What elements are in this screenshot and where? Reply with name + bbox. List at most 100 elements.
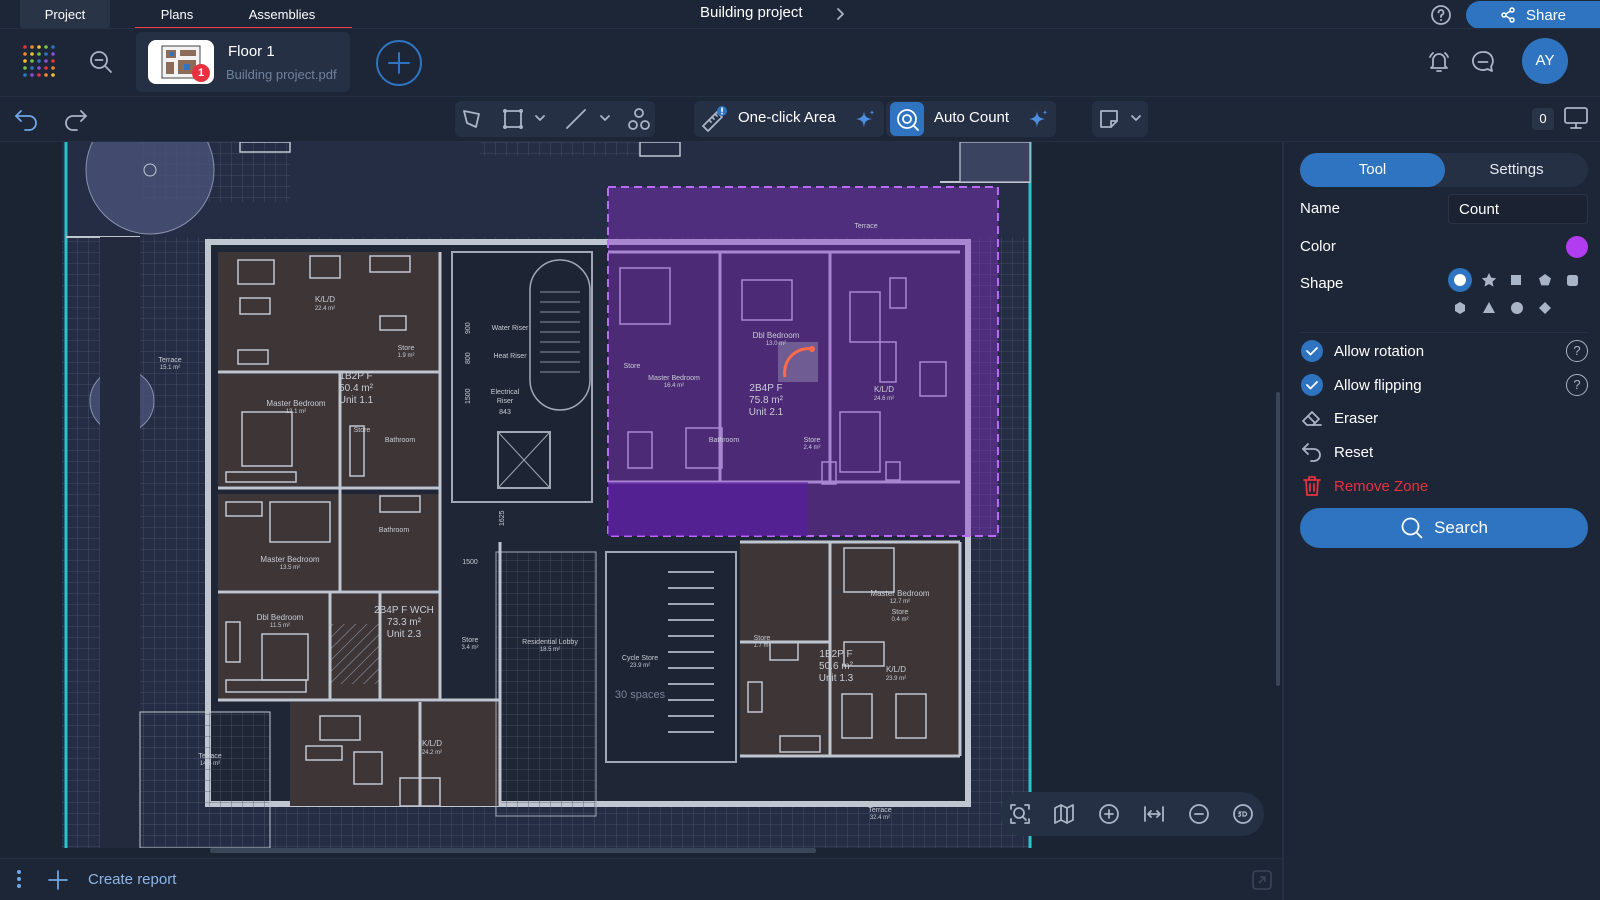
plan-label: Electrical bbox=[491, 389, 520, 396]
plan-label: Store bbox=[398, 345, 415, 352]
name-input[interactable] bbox=[1448, 194, 1588, 224]
plan-label: 13.0 m² bbox=[766, 341, 786, 347]
shape-circle-option[interactable] bbox=[1446, 268, 1472, 294]
plan-label: 843 bbox=[499, 409, 511, 416]
zoom-out-icon[interactable] bbox=[1187, 802, 1211, 826]
eraser-icon[interactable] bbox=[1300, 406, 1324, 430]
plan-label: Riser bbox=[497, 398, 514, 405]
notification-bell-icon[interactable] bbox=[1426, 49, 1452, 75]
chevron-down-icon[interactable] bbox=[532, 110, 548, 126]
zoom-in-icon[interactable] bbox=[1097, 802, 1121, 826]
project-title[interactable]: Building project bbox=[700, 4, 803, 21]
plan-label: Bathroom bbox=[709, 437, 740, 444]
floor-plan-drawing[interactable]: K/L/D 22.4 m² Store 1.9 m² Terrace 15.1 … bbox=[0, 142, 1282, 848]
plan-label: 3.4 m² bbox=[461, 645, 478, 651]
plan-label: 1.7 m² bbox=[753, 643, 770, 649]
line-tool-icon[interactable] bbox=[563, 106, 589, 132]
plan-label: Bathroom bbox=[385, 437, 416, 444]
plan-label: 2B4P F WCH bbox=[374, 605, 434, 616]
plan-label: 30 spaces bbox=[615, 689, 666, 701]
color-swatch[interactable] bbox=[1566, 236, 1588, 258]
plus-icon[interactable] bbox=[46, 868, 70, 892]
note-icon[interactable] bbox=[1096, 106, 1122, 132]
help-flipping-icon[interactable]: ? bbox=[1566, 374, 1588, 396]
one-click-area-label: One-click Area bbox=[738, 109, 836, 126]
3d-view-icon[interactable] bbox=[1231, 802, 1255, 826]
plan-label: Dbl Bedroom bbox=[257, 613, 304, 622]
share-button[interactable]: Share bbox=[1466, 1, 1600, 29]
plan-label: 0.4 m² bbox=[891, 617, 908, 623]
plan-label: Residential Lobby bbox=[522, 639, 578, 646]
auto-count-label: Auto Count bbox=[934, 109, 1010, 126]
plan-label: 50.4 m² bbox=[339, 383, 374, 394]
plan-label: Terrace bbox=[854, 223, 877, 230]
undo-icon[interactable] bbox=[12, 106, 40, 132]
expand-panel-icon[interactable] bbox=[1250, 868, 1274, 892]
reset-button[interactable]: Reset bbox=[1334, 444, 1373, 461]
chevron-right-icon[interactable] bbox=[830, 4, 850, 24]
search-file-icon[interactable] bbox=[88, 49, 114, 75]
tab-settings[interactable]: Settings bbox=[1445, 153, 1588, 187]
remove-zone-button[interactable]: Remove Zone bbox=[1334, 478, 1428, 495]
search-button[interactable]: Search bbox=[1300, 508, 1588, 548]
eraser-button[interactable]: Eraser bbox=[1334, 410, 1378, 427]
comments-icon[interactable] bbox=[1470, 49, 1496, 75]
chevron-down-icon[interactable] bbox=[1128, 110, 1144, 126]
color-label: Color bbox=[1300, 238, 1336, 255]
auto-count-icon bbox=[890, 102, 924, 136]
horizontal-scrollbar[interactable] bbox=[210, 848, 816, 853]
sparkle-icon bbox=[1026, 108, 1050, 132]
map-icon[interactable] bbox=[1052, 802, 1076, 826]
add-plan-button[interactable] bbox=[376, 40, 422, 86]
rectangle-tool-icon[interactable] bbox=[500, 106, 526, 132]
plan-label: K/L/D bbox=[422, 739, 442, 748]
plan-label: Master Bedroom bbox=[260, 555, 319, 564]
avatar[interactable]: AY bbox=[1522, 38, 1568, 84]
count-badge: 0 bbox=[1532, 108, 1554, 130]
count-tool-icon[interactable] bbox=[626, 106, 652, 132]
redo-icon[interactable] bbox=[62, 106, 90, 132]
plan-dimension: 900 bbox=[465, 322, 472, 334]
vertical-scrollbar[interactable] bbox=[1276, 392, 1280, 686]
create-report-button[interactable]: Create report bbox=[88, 871, 176, 888]
plan-label: Heat Riser bbox=[493, 353, 527, 360]
plan-label: K/L/D bbox=[874, 385, 894, 394]
plan-label: 73.3 m² bbox=[387, 617, 422, 628]
floor-name: Floor 1 bbox=[228, 43, 275, 60]
plan-label: 32.4 m² bbox=[870, 815, 890, 821]
allow-rotation-checkbox[interactable] bbox=[1301, 340, 1323, 362]
plan-label: Terrace bbox=[158, 357, 181, 364]
plan-label: Unit 1.3 bbox=[819, 673, 854, 684]
tab-assemblies[interactable]: Assemblies bbox=[217, 0, 347, 28]
tab-tool[interactable]: Tool bbox=[1300, 153, 1445, 187]
plan-label: 16.4 m² bbox=[664, 383, 684, 389]
allow-flipping-checkbox[interactable] bbox=[1301, 374, 1323, 396]
plan-label: 12.7 m² bbox=[890, 599, 910, 605]
fit-width-icon[interactable] bbox=[1142, 802, 1166, 826]
monitor-icon[interactable] bbox=[1562, 105, 1590, 131]
help-icon[interactable] bbox=[1430, 4, 1452, 26]
ruler-icon bbox=[698, 106, 728, 134]
plan-label: Terrace bbox=[868, 807, 891, 814]
tab-plans[interactable]: Plans bbox=[137, 0, 217, 28]
bottom-bar bbox=[0, 858, 1282, 900]
tab-project[interactable]: Project bbox=[20, 0, 110, 28]
zoom-area-icon[interactable] bbox=[1008, 802, 1032, 826]
plan-label: Master Bedroom bbox=[266, 399, 325, 408]
chevron-down-icon[interactable] bbox=[597, 110, 613, 126]
apps-grid-icon[interactable] bbox=[22, 44, 56, 78]
allow-flipping-label: Allow flipping bbox=[1334, 377, 1422, 394]
check-icon bbox=[1306, 347, 1318, 356]
allow-rotation-label: Allow rotation bbox=[1334, 343, 1425, 360]
more-vertical-icon[interactable] bbox=[14, 868, 24, 890]
plan-label: 23.9 m² bbox=[886, 676, 906, 682]
trash-icon[interactable] bbox=[1300, 474, 1324, 498]
plan-label: Store bbox=[462, 637, 479, 644]
plan-canvas[interactable]: K/L/D 22.4 m² Store 1.9 m² Terrace 15.1 … bbox=[0, 142, 1282, 848]
area-tool-icon[interactable] bbox=[459, 106, 485, 132]
plan-label: Store bbox=[354, 427, 371, 434]
reset-icon[interactable] bbox=[1300, 440, 1324, 464]
help-rotation-icon[interactable]: ? bbox=[1566, 340, 1588, 362]
plan-label: Unit 1.1 bbox=[339, 395, 374, 406]
plan-label: Store bbox=[804, 437, 821, 444]
